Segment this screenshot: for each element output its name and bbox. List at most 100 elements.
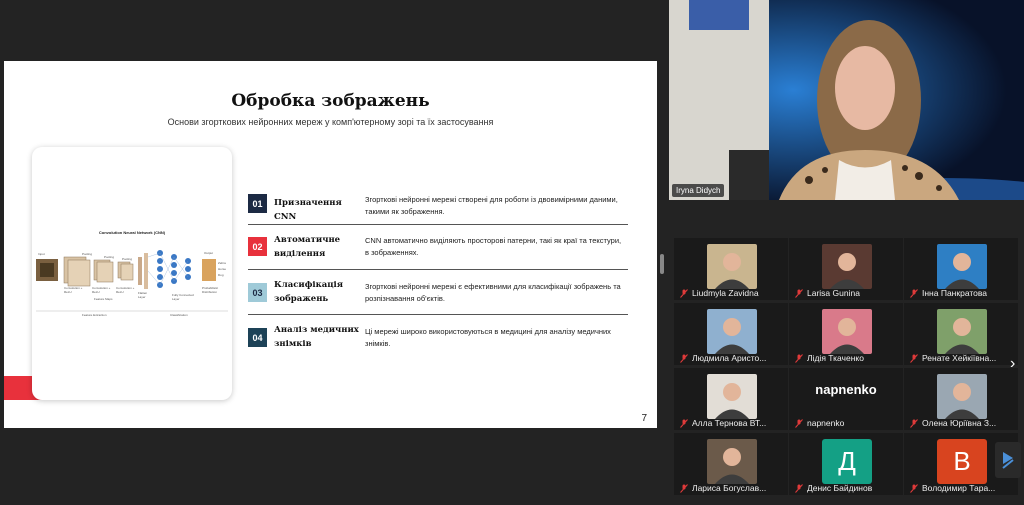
figure-label: Pooling [82,252,93,256]
participant-avatar [937,374,987,419]
participant-tile[interactable]: Олена Юріївна З... [904,368,1018,430]
app-corner-icon[interactable] [995,442,1021,478]
figure-label: Horse [218,267,227,271]
participant-tile[interactable]: Інна Панкратова [904,238,1018,300]
participant-name-text: Алла Тернова ВТ... [692,418,767,428]
participant-display-name: napnenko [815,382,877,397]
muted-mic-icon [795,483,803,493]
figure-label: Feature Maps [94,297,113,301]
figure-label: Pooling [122,257,133,261]
item-number-badge: 02 [248,237,267,256]
participant-name: Володимир Тара... [910,483,995,493]
participant-name: Liudmyla Zavidna [680,288,759,298]
figure-label: Convolution + ReLU [64,286,83,294]
figure-label: Output [204,251,214,255]
participant-tile[interactable]: Лідія Ткаченко [789,303,903,365]
muted-mic-icon [680,483,688,493]
participant-avatar [822,309,872,354]
shared-screen-slide: Обробка зображень Основи згорткових нейр… [4,61,657,428]
figure-label: Flatten Layer [138,291,148,299]
item-description: Ці мережі широко використовуються в меди… [365,327,611,348]
slide-title: Обробка зображень [231,91,430,111]
participant-tile[interactable]: Larisa Gunina [789,238,903,300]
figure-label: Dog [218,273,224,277]
muted-mic-icon [910,418,918,428]
resize-handle[interactable] [660,254,664,274]
speaker-video[interactable]: Iryna Didych [669,0,1024,200]
speaker-video-frame [669,0,1024,200]
muted-mic-icon [795,353,803,363]
participant-tile[interactable]: Алла Тернова ВТ... [674,368,788,430]
item-number-badge: 04 [248,328,267,347]
muted-mic-icon [910,483,918,493]
cnn-figure-card: Convolution Neural Network (CNN) Input P… [32,147,232,400]
muted-mic-icon [795,288,803,298]
participant-name: Лариса Богуслав... [680,483,766,493]
participant-tile[interactable]: Д Денис Байдинов [789,433,903,495]
participant-name-text: Людмила Аристо... [692,353,767,363]
participant-avatar [937,244,987,289]
slide-page-number: 7 [641,413,647,424]
zoom-meeting-window: Обробка зображень Основи згорткових нейр… [0,0,1024,505]
participant-name: Людмила Аристо... [680,353,766,363]
muted-mic-icon [680,418,688,428]
item-divider [248,224,628,225]
figure-label: Pooling [104,255,115,259]
item-number-badge: 01 [248,194,267,213]
participant-avatar [707,244,757,289]
participant-name-text: Олена Юріївна З... [922,418,997,428]
participant-name-text: Володимир Тара... [922,483,996,493]
participant-avatar [707,309,757,354]
participant-avatar [822,244,872,289]
participant-name: Інна Панкратова [910,288,987,298]
participant-name-text: Ренате Хейкіївна... [922,353,997,363]
figure-label: Convolution + ReLU [92,286,111,294]
participant-tile[interactable]: Liudmyla Zavidna [674,238,788,300]
muted-mic-icon [680,353,688,363]
item-title: Призначення CNN [274,198,342,222]
item-title: Автоматичне виділення [274,235,341,259]
muted-mic-icon [910,288,918,298]
participant-name: Larisa Gunina [795,288,860,298]
slide-subtitle: Основи згорткових нейронних мереж у комп… [167,117,494,127]
muted-mic-icon [910,353,918,363]
participant-name: Олена Юріївна З... [910,418,996,428]
muted-mic-icon [795,418,803,428]
chevron-right-icon[interactable]: › [1010,355,1015,373]
participant-avatar [707,374,757,419]
participant-name: Лідія Ткаченко [795,353,864,363]
participant-name-text: Лідія Ткаченко [807,353,864,363]
speaker-name-label: Iryna Didych [672,184,725,197]
participant-avatar [937,309,987,354]
participant-name: napnenko [795,418,844,428]
figure-title: Convolution Neural Network (CNN) [98,230,166,235]
figure-label: Classification [170,313,188,317]
item-number-badge: 03 [248,283,267,302]
participant-name-text: Денис Байдинов [807,483,873,493]
muted-mic-icon [680,288,688,298]
figure-label: Input [38,252,45,256]
participant-name: Алла Тернова ВТ... [680,418,766,428]
participant-tile[interactable]: Лариса Богуслав... [674,433,788,495]
participant-name-text: Інна Панкратова [922,288,988,298]
participant-gallery: Liudmyla Zavidna Larisa Gunina Інна Панкра… [674,238,1018,495]
item-description: Згорткові нейронні мережі створені для р… [365,195,618,216]
figure-label: Probabilistic Distribution [202,286,219,294]
figure-label: Feature Extraction [82,313,107,317]
item-title: Аналіз медичних знімків [274,325,359,349]
participant-tile[interactable]: Ренате Хейкіївна... [904,303,1018,365]
participant-avatar [707,439,757,484]
item-description: CNN автоматично виділяють просторові пат… [365,236,622,257]
participant-name-text: napnenko [807,418,845,428]
cnn-diagram [36,250,228,312]
participant-tile[interactable]: Людмила Аристо... [674,303,788,365]
participant-name-text: Лариса Богуслав... [692,483,767,493]
participant-tile[interactable]: napnenko napnenko [789,368,903,430]
item-description: Згорткові нейронні мережі є ефективними … [365,282,621,303]
figure-label: Fully Connected Layer [172,293,194,301]
participant-name: Ренате Хейкіївна... [910,353,996,363]
figure-label: Zebra [218,261,226,265]
item-divider [248,314,628,315]
figure-label: Convolution + ReLU [116,286,135,294]
participant-name-text: Liudmyla Zavidna [692,288,759,298]
